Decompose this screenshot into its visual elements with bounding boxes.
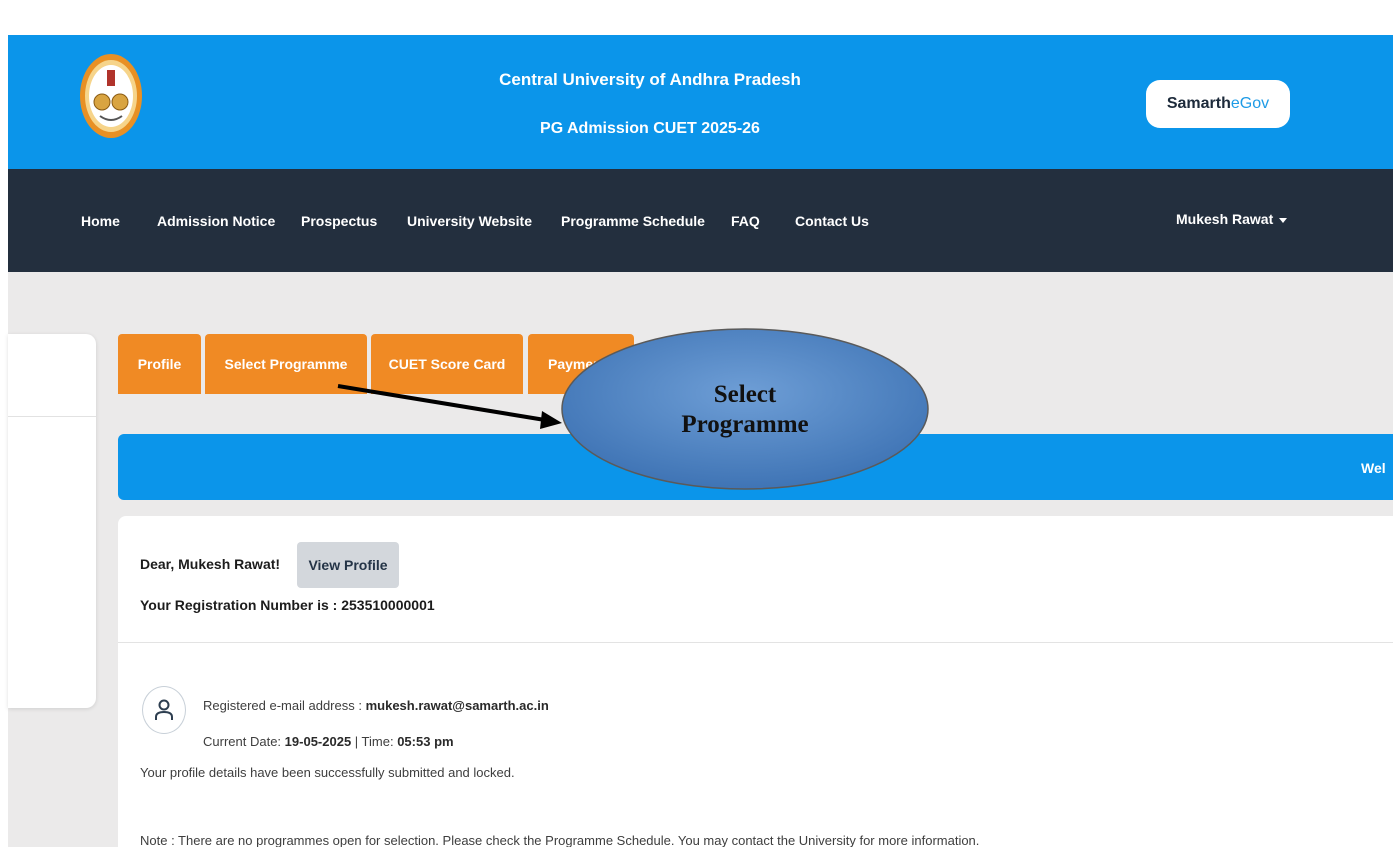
email-info: Registered e-mail address : mukesh.rawat…: [203, 698, 549, 713]
side-panel: [8, 334, 96, 708]
time-value: 05:53 pm: [397, 734, 454, 749]
admission-subtitle: PG Admission CUET 2025-26: [540, 120, 760, 137]
caret-down-icon: [1279, 217, 1288, 223]
greeting-text: Dear, Mukesh Rawat!: [140, 556, 281, 572]
callout-line-1: Select: [713, 381, 777, 408]
samarth-egov-logo[interactable]: Samarth eGov: [1146, 80, 1290, 128]
user-icon: [142, 686, 186, 734]
card-divider: [118, 642, 1393, 643]
side-panel-divider: [8, 416, 96, 417]
time-label: | Time:: [354, 734, 394, 749]
tab-cuet-score-card[interactable]: CUET Score Card: [371, 334, 523, 394]
nav-faq[interactable]: FAQ: [731, 213, 760, 229]
submitted-message: Your profile details have been successfu…: [140, 765, 515, 780]
note-text: Note : There are no programmes open for …: [140, 833, 980, 847]
nav-contact-us[interactable]: Contact Us: [795, 213, 869, 229]
callout-label: Select Programme: [640, 380, 850, 440]
nav-home[interactable]: Home: [81, 213, 120, 229]
nav-prospectus[interactable]: Prospectus: [301, 213, 377, 229]
date-label: Current Date:: [203, 734, 282, 749]
user-name: Mukesh Rawat: [1176, 211, 1274, 227]
nav-programme-schedule[interactable]: Programme Schedule: [561, 213, 705, 229]
date-info: Current Date: 19-05-2025 | Time: 05:53 p…: [203, 734, 454, 749]
welcome-banner: [118, 434, 1393, 500]
tab-select-programme[interactable]: Select Programme: [205, 334, 367, 394]
welcome-text: Wel: [1361, 460, 1386, 476]
user-menu-dropdown[interactable]: Mukesh Rawat: [1176, 211, 1288, 227]
email-value: mukesh.rawat@samarth.ac.in: [365, 698, 549, 713]
nav-admission-notice[interactable]: Admission Notice: [157, 213, 275, 229]
registration-number: Your Registration Number is : 2535100000…: [140, 597, 435, 613]
callout-line-2: Programme: [681, 411, 809, 438]
nav-university-website[interactable]: University Website: [407, 213, 532, 229]
email-label: Registered e-mail address :: [203, 698, 362, 713]
brand-part-1: Samarth: [1166, 95, 1231, 112]
brand-part-2: eGov: [1230, 95, 1270, 112]
university-title: Central University of Andhra Pradesh: [499, 70, 801, 89]
tab-profile[interactable]: Profile: [118, 334, 201, 394]
view-profile-button[interactable]: View Profile: [297, 542, 399, 588]
tab-payment[interactable]: Payment: [528, 334, 634, 394]
date-value: 19-05-2025: [284, 734, 352, 749]
